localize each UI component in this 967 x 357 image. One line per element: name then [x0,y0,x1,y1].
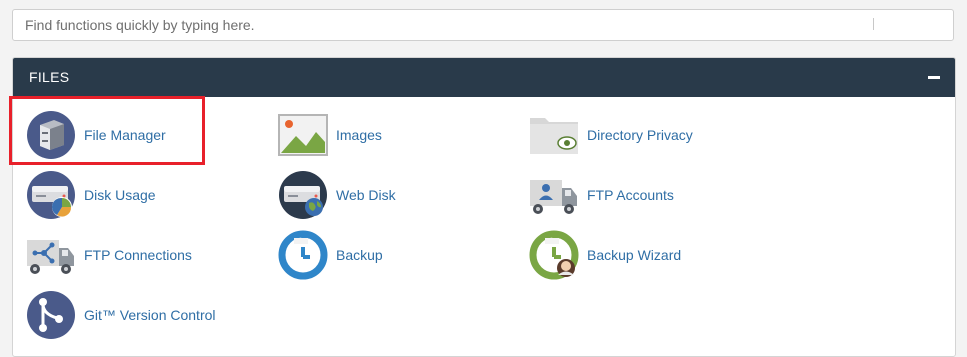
web-disk-icon [279,171,327,219]
item-disk-usage[interactable]: Disk Usage [26,170,156,220]
backup-wizard-icon [529,230,579,280]
item-label: Web Disk [336,187,396,203]
item-label: Git™ Version Control [84,307,216,323]
search-input[interactable] [13,10,953,40]
disk-usage-icon [27,171,75,219]
item-ftp-accounts[interactable]: FTP Accounts [529,170,674,220]
item-label: File Manager [84,127,166,143]
ftp-connections-icon [27,240,74,274]
ftp-accounts-icon [530,180,577,214]
item-backup[interactable]: Backup [278,230,383,280]
item-label: FTP Accounts [587,187,674,203]
directory-privacy-icon [530,118,578,154]
item-label: Directory Privacy [587,127,693,143]
files-panel-header[interactable]: FILES [13,58,955,97]
item-directory-privacy[interactable]: Directory Privacy [529,110,693,160]
item-label: Images [336,127,382,143]
file-manager-icon [27,111,75,159]
panel-title: FILES [29,69,70,85]
item-ftp-connections[interactable]: FTP Connections [26,230,192,280]
item-images[interactable]: Images [278,110,382,160]
item-git-version-control[interactable]: Git™ Version Control [26,290,216,340]
item-label: Disk Usage [84,187,156,203]
collapse-icon[interactable] [925,68,943,86]
item-web-disk[interactable]: Web Disk [278,170,396,220]
git-version-control-icon [27,291,75,339]
search-box[interactable] [12,9,954,41]
cursor-mark [873,18,874,30]
item-backup-wizard[interactable]: Backup Wizard [529,230,681,280]
backup-icon [278,230,328,280]
item-label: Backup [336,247,383,263]
item-label: Backup Wizard [587,247,682,263]
item-label: FTP Connections [84,247,192,263]
images-icon [278,114,328,156]
item-file-manager[interactable]: File Manager [26,110,166,160]
